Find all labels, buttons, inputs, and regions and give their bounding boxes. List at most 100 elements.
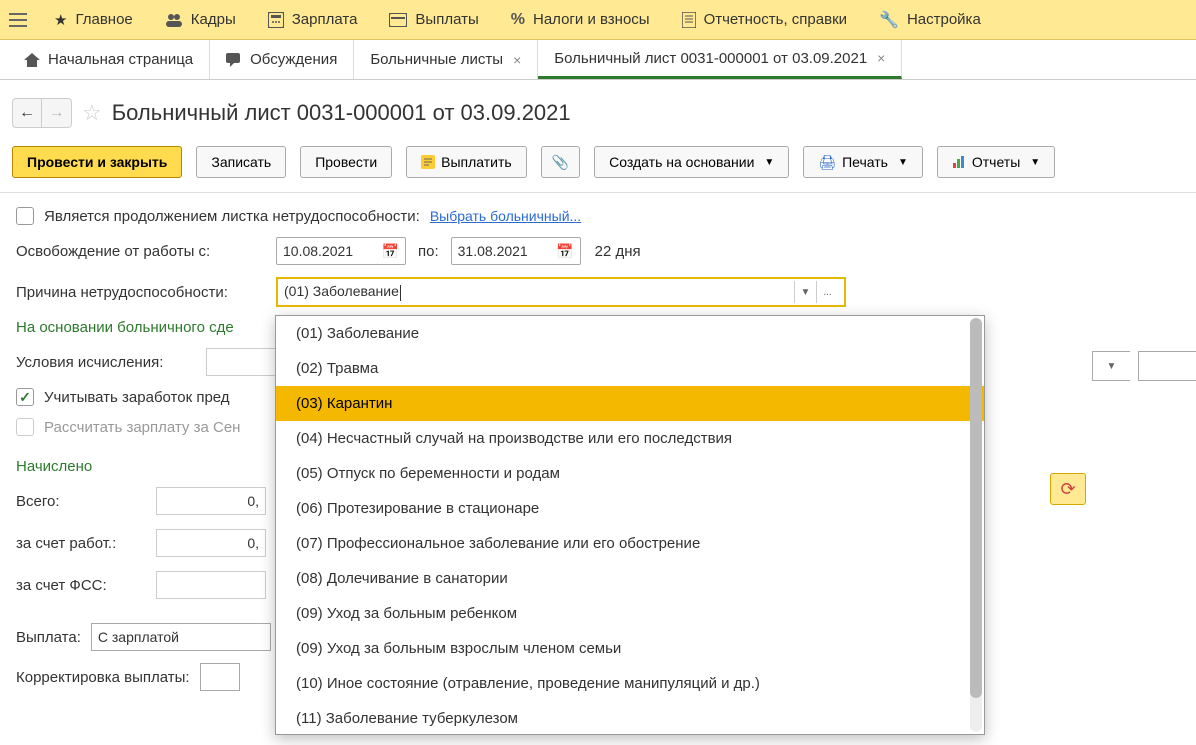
top-menu: ★ Главное Кадры Зарплата Выплаты % Налог… bbox=[0, 0, 1196, 40]
days-label: 22 дня bbox=[595, 243, 641, 260]
dropdown-option[interactable]: (09) Уход за больным взрослым членом сем… bbox=[276, 631, 984, 666]
menu-payments[interactable]: Выплаты bbox=[373, 0, 494, 39]
reports-button[interactable]: Отчеты ▼ bbox=[937, 146, 1055, 178]
tab-discussions[interactable]: Обсуждения bbox=[210, 40, 354, 79]
menu-burger-icon[interactable] bbox=[4, 0, 32, 40]
dropdown-option[interactable]: (04) Несчастный случай на производстве и… bbox=[276, 421, 984, 456]
wallet-icon bbox=[389, 13, 407, 27]
date-from-input[interactable]: 10.08.2021 📅 bbox=[276, 237, 406, 265]
recalc-checkbox[interactable] bbox=[16, 418, 34, 436]
dropdown-option[interactable]: (10) Иное состояние (отравление, проведе… bbox=[276, 666, 984, 701]
clipped-field[interactable] bbox=[1138, 351, 1196, 381]
paperclip-icon: 📎 bbox=[552, 154, 569, 171]
pay-label: Выплатить bbox=[441, 154, 512, 170]
favorite-star-icon[interactable]: ☆ bbox=[82, 100, 102, 126]
menu-label: Кадры bbox=[191, 11, 236, 28]
total-label: Всего: bbox=[16, 493, 146, 510]
reason-dropdown-list: (01) Заболевание(02) Травма(03) Карантин… bbox=[275, 315, 985, 735]
reason-label: Причина нетрудоспособности: bbox=[16, 284, 266, 301]
create-based-button[interactable]: Создать на основании ▼ bbox=[594, 146, 789, 178]
print-button[interactable]: 🖨 Печать ▼ bbox=[803, 146, 923, 178]
dropdown-option[interactable]: (01) Заболевание bbox=[276, 316, 984, 351]
nav-forward-button[interactable]: → bbox=[42, 98, 72, 128]
release-label: Освобождение от работы с: bbox=[16, 243, 266, 260]
close-icon[interactable]: × bbox=[513, 52, 521, 68]
clipped-dropdown-button[interactable]: ▼ bbox=[1092, 351, 1130, 381]
nav-back-button[interactable]: ← bbox=[12, 98, 42, 128]
menu-settings[interactable]: 🔧 Настройка bbox=[863, 0, 997, 39]
select-sick-leave-link[interactable]: Выбрать больничный... bbox=[430, 208, 581, 224]
chevron-down-icon: ▼ bbox=[898, 157, 908, 168]
correction-label: Корректировка выплаты: bbox=[16, 669, 190, 686]
menu-reports[interactable]: Отчетность, справки bbox=[666, 0, 863, 39]
menu-taxes[interactable]: % Налоги и взносы bbox=[495, 0, 666, 39]
to-label: по: bbox=[418, 243, 439, 260]
reports-label: Отчеты bbox=[972, 154, 1020, 170]
attach-button[interactable]: 📎 bbox=[541, 146, 580, 178]
chevron-down-icon: ▼ bbox=[764, 157, 774, 168]
calendar-icon[interactable]: 📅 bbox=[556, 243, 573, 260]
chevron-down-icon: ▼ bbox=[1107, 361, 1117, 372]
dropdown-option[interactable]: (02) Травма bbox=[276, 351, 984, 386]
post-and-close-button[interactable]: Провести и закрыть bbox=[12, 146, 182, 178]
print-label: Печать bbox=[842, 154, 888, 170]
dropdown-option[interactable]: (08) Долечивание в санатории bbox=[276, 561, 984, 596]
correction-field[interactable] bbox=[200, 663, 240, 691]
page-header: ← → ☆ Больничный лист 0031-000001 от 03.… bbox=[0, 80, 1196, 138]
payment-value: С зарплатой bbox=[98, 629, 179, 645]
reason-combo[interactable]: (01) Заболевание ▼ ... bbox=[276, 277, 846, 307]
dropdown-scrollbar[interactable] bbox=[970, 318, 982, 732]
fss-field[interactable] bbox=[156, 571, 266, 599]
consider-label: Учитывать заработок пред bbox=[44, 389, 230, 406]
consider-earnings-checkbox[interactable] bbox=[16, 388, 34, 406]
total-field[interactable]: 0, bbox=[156, 487, 266, 515]
date-from-value: 10.08.2021 bbox=[283, 243, 353, 259]
calendar-icon[interactable]: 📅 bbox=[382, 243, 399, 260]
printer-icon: 🖨 bbox=[818, 154, 836, 171]
pay-icon bbox=[421, 155, 435, 169]
menu-label: Главное bbox=[75, 11, 132, 28]
doc-icon bbox=[682, 12, 696, 28]
dropdown-option[interactable]: (05) Отпуск по беременности и родам bbox=[276, 456, 984, 491]
tab-sick-leave-doc[interactable]: Больничный лист 0031-000001 от 03.09.202… bbox=[538, 40, 902, 79]
chevron-down-icon: ▼ bbox=[1030, 157, 1040, 168]
employer-field[interactable]: 0, bbox=[156, 529, 266, 557]
scrollbar-thumb[interactable] bbox=[970, 318, 982, 698]
refresh-icon: ⟳ bbox=[1060, 479, 1075, 500]
combo-dropdown-button[interactable]: ▼ bbox=[794, 281, 816, 303]
combo-more-button[interactable]: ... bbox=[816, 281, 838, 303]
close-icon[interactable]: × bbox=[877, 50, 885, 66]
menu-salary[interactable]: Зарплата bbox=[252, 0, 374, 39]
dropdown-option[interactable]: (09) Уход за больным ребенком bbox=[276, 596, 984, 631]
reason-value: (01) Заболевание bbox=[284, 283, 794, 300]
conditions-field[interactable] bbox=[206, 348, 276, 376]
chat-icon bbox=[226, 53, 242, 67]
refresh-button[interactable]: ⟳ bbox=[1050, 473, 1086, 505]
tab-label: Больничный лист 0031-000001 от 03.09.202… bbox=[554, 50, 867, 67]
menu-main[interactable]: ★ Главное bbox=[38, 0, 149, 39]
toolbar: Провести и закрыть Записать Провести Вып… bbox=[0, 138, 1196, 193]
tabs-bar: Начальная страница Обсуждения Больничные… bbox=[0, 40, 1196, 80]
menu-label: Зарплата bbox=[292, 11, 358, 28]
dropdown-option[interactable]: (06) Протезирование в стационаре bbox=[276, 491, 984, 526]
menu-label: Отчетность, справки bbox=[704, 11, 847, 28]
date-to-input[interactable]: 31.08.2021 📅 bbox=[451, 237, 581, 265]
pay-button[interactable]: Выплатить bbox=[406, 146, 527, 178]
payment-label: Выплата: bbox=[16, 629, 81, 646]
tab-label: Больничные листы bbox=[370, 51, 503, 68]
dropdown-option[interactable]: (03) Карантин bbox=[276, 386, 984, 421]
save-button[interactable]: Записать bbox=[196, 146, 286, 178]
recalc-label: Рассчитать зарплату за Сен bbox=[44, 419, 240, 436]
payment-select[interactable]: С зарплатой bbox=[91, 623, 271, 651]
dropdown-option[interactable]: (07) Профессиональное заболевание или ег… bbox=[276, 526, 984, 561]
continuation-checkbox[interactable] bbox=[16, 207, 34, 225]
menu-personnel[interactable]: Кадры bbox=[149, 0, 252, 39]
dropdown-option[interactable]: (11) Заболевание туберкулезом bbox=[276, 701, 984, 735]
date-to-value: 31.08.2021 bbox=[458, 243, 528, 259]
people-icon bbox=[165, 12, 183, 28]
tab-home[interactable]: Начальная страница bbox=[8, 40, 210, 79]
basis-label: На основании больничного сде bbox=[16, 319, 234, 336]
tab-sick-leaves[interactable]: Больничные листы × bbox=[354, 40, 538, 79]
percent-icon: % bbox=[511, 11, 525, 29]
post-button[interactable]: Провести bbox=[300, 146, 392, 178]
